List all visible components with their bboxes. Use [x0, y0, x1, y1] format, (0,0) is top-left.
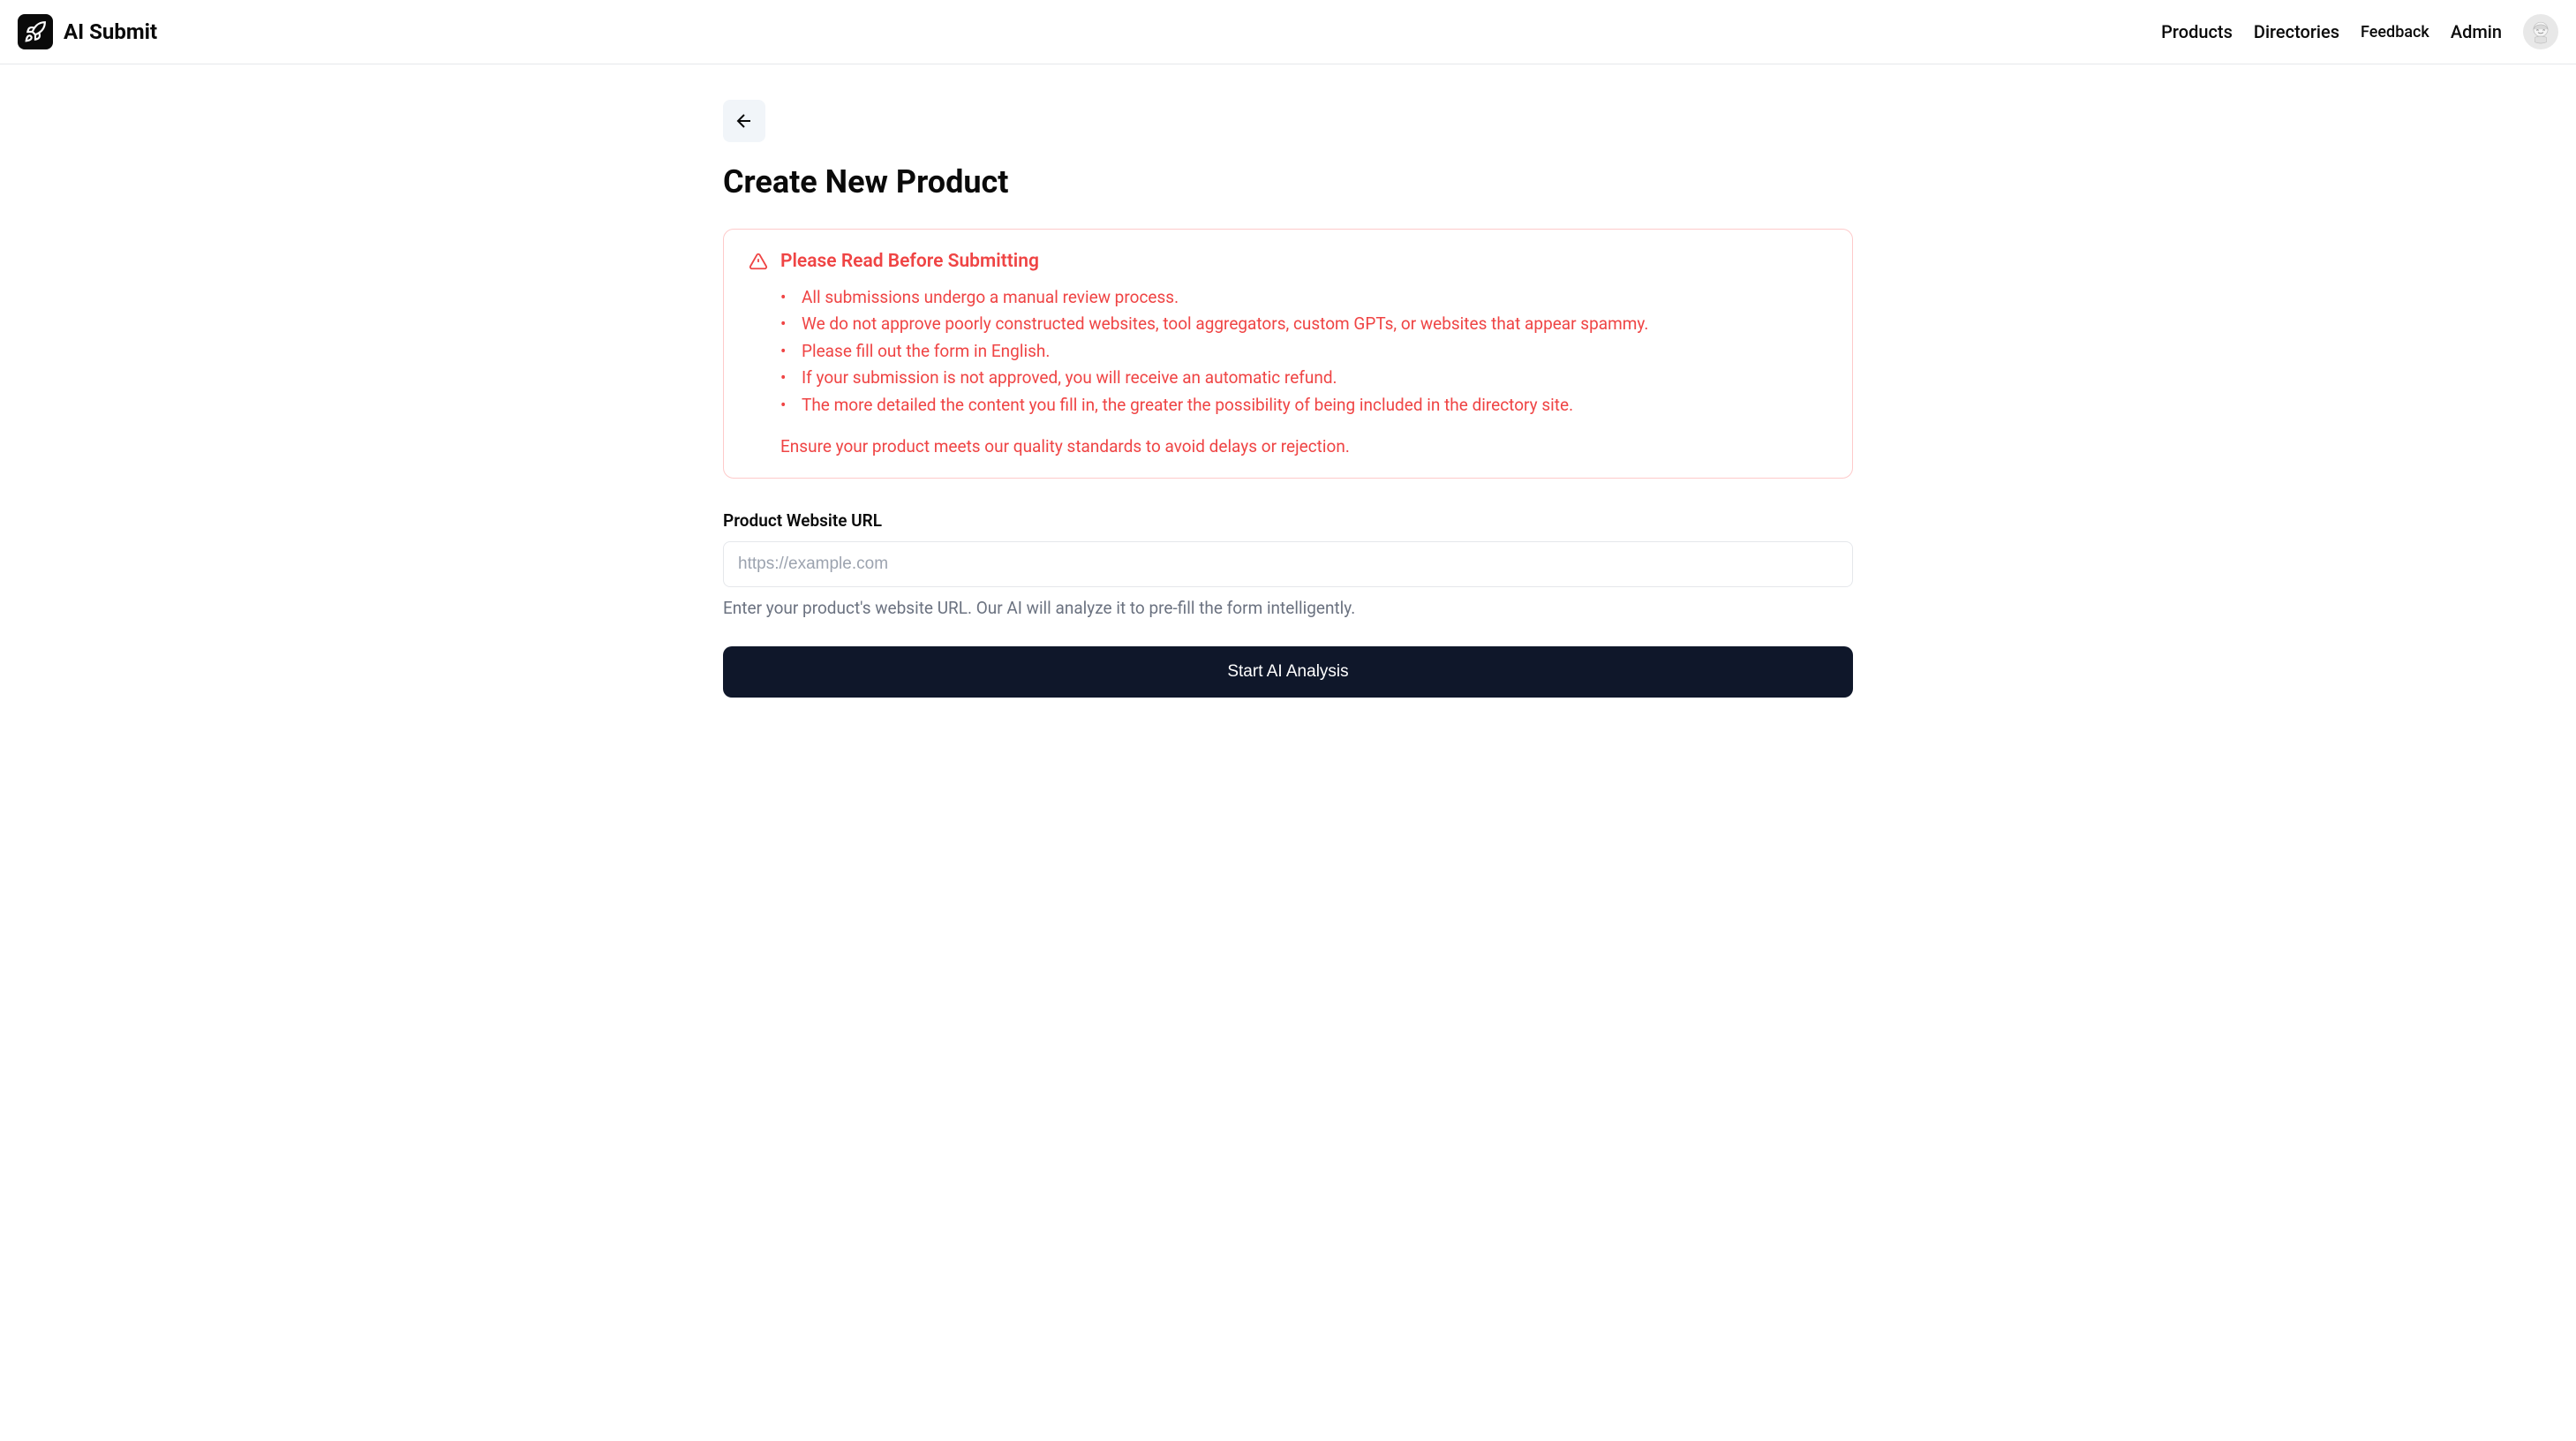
nav-section: Products Directories Feedback Admin — [2161, 14, 2558, 49]
back-button[interactable] — [723, 100, 765, 142]
warning-title: Please Read Before Submitting — [780, 251, 1039, 272]
logo-section[interactable]: AI Submit — [18, 14, 157, 49]
page-title: Create New Product — [723, 163, 1853, 200]
warning-item: If your submission is not approved, you … — [780, 365, 1827, 391]
warning-item: The more detailed the content you fill i… — [780, 392, 1827, 419]
nav-admin[interactable]: Admin — [2451, 21, 2502, 42]
warning-header: Please Read Before Submitting — [749, 251, 1827, 272]
nav-directories[interactable]: Directories — [2254, 21, 2339, 42]
warning-item: We do not approve poorly constructed web… — [780, 311, 1827, 337]
form-section: Product Website URL Enter your product's… — [723, 510, 1853, 618]
header: AI Submit Products Directories Feedback … — [0, 0, 2576, 64]
warning-item: All submissions undergo a manual review … — [780, 284, 1827, 311]
rocket-icon — [18, 14, 53, 49]
url-label: Product Website URL — [723, 510, 1853, 531]
start-analysis-button[interactable]: Start AI Analysis — [723, 646, 1853, 698]
warning-item: Please fill out the form in English. — [780, 338, 1827, 365]
arrow-left-icon — [734, 110, 755, 132]
warning-footer: Ensure your product meets our quality st… — [749, 436, 1827, 456]
nav-products[interactable]: Products — [2161, 21, 2233, 42]
avatar[interactable] — [2523, 14, 2558, 49]
logo-text: AI Submit — [64, 19, 157, 44]
warning-box: Please Read Before Submitting All submis… — [723, 229, 1853, 479]
alert-triangle-icon — [749, 252, 768, 271]
warning-list: All submissions undergo a manual review … — [749, 284, 1827, 419]
url-input[interactable] — [723, 541, 1853, 587]
nav-feedback[interactable]: Feedback — [2361, 23, 2429, 41]
url-hint: Enter your product's website URL. Our AI… — [723, 598, 1853, 618]
main-content: Create New Product Please Read Before Su… — [679, 64, 1897, 733]
